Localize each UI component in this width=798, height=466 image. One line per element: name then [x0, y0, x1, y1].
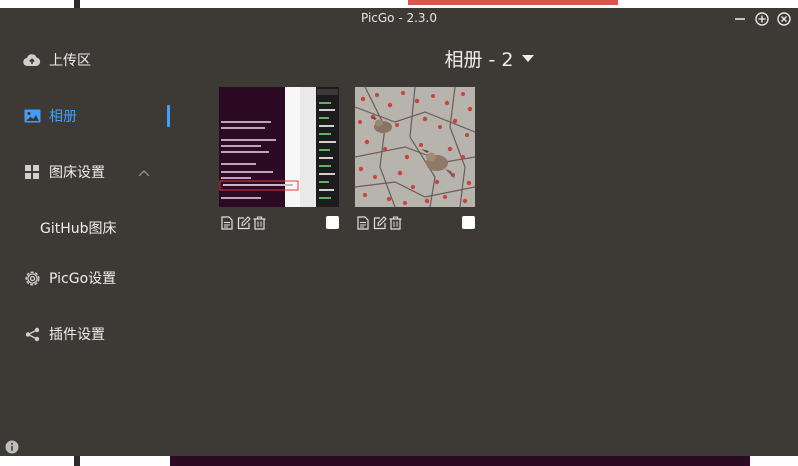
image-thumbnail[interactable]	[219, 87, 339, 207]
select-checkbox[interactable]	[326, 216, 339, 229]
share-icon	[23, 325, 41, 343]
info-icon[interactable]	[5, 439, 19, 454]
sidebar-item-label: 插件设置	[49, 327, 105, 343]
edit-icon[interactable]	[237, 215, 251, 230]
gallery-title-text: 相册 - 2	[444, 49, 514, 71]
desktop-background-bottom	[0, 456, 798, 466]
sidebar-item-label: 上传区	[49, 53, 91, 69]
copy-icon[interactable]	[357, 215, 370, 230]
window-title: PicGo - 2.3.0	[360, 11, 438, 25]
sidebar-subitem-github[interactable]: GitHub图床	[0, 208, 180, 248]
sidebar-item-label: 图床设置	[49, 165, 105, 181]
image-toolbar	[355, 215, 475, 231]
minimize-button[interactable]	[732, 11, 748, 27]
title-bar[interactable]: PicGo - 2.3.0	[0, 8, 798, 32]
plus-circle-icon	[755, 12, 769, 26]
grid-icon	[23, 163, 41, 181]
sidebar: 上传区 相册 图床设置 GitHub图床 PicGo设置 插件设置	[0, 32, 180, 456]
sidebar-item-picgo-settings[interactable]: PicGo设置	[0, 258, 180, 298]
select-checkbox[interactable]	[462, 216, 475, 229]
copy-icon[interactable]	[221, 215, 234, 230]
gear-icon	[23, 269, 41, 287]
gallery-card	[355, 87, 475, 230]
background-terminal	[170, 456, 750, 466]
image-thumbnail[interactable]	[355, 87, 475, 207]
minus-icon	[735, 18, 745, 20]
close-circle-icon	[777, 12, 791, 26]
sidebar-item-upload[interactable]: 上传区	[0, 40, 180, 80]
gallery-title[interactable]: 相册 - 2	[180, 45, 798, 72]
cloud-upload-icon	[23, 51, 41, 69]
sidebar-item-label: 相册	[49, 109, 77, 125]
active-indicator	[167, 105, 170, 127]
sidebar-item-plugin-settings[interactable]: 插件设置	[0, 314, 180, 354]
delete-icon[interactable]	[253, 215, 266, 230]
sidebar-item-label: PicGo设置	[49, 271, 117, 287]
sidebar-item-image-host-settings[interactable]: 图床设置	[0, 152, 180, 192]
window-controls	[732, 11, 792, 27]
image-icon	[23, 107, 41, 125]
edit-icon[interactable]	[373, 215, 387, 230]
desktop-panel	[74, 456, 80, 466]
desktop-background-top	[0, 0, 798, 8]
desktop-panel	[74, 0, 80, 8]
maximize-button[interactable]	[754, 11, 770, 27]
sidebar-item-gallery[interactable]: 相册	[0, 96, 180, 136]
sidebar-subitem-label: GitHub图床	[40, 221, 117, 237]
desktop-window-edge	[408, 0, 618, 5]
chevron-up-icon	[138, 165, 150, 181]
delete-icon[interactable]	[389, 215, 402, 230]
caret-down-icon	[521, 54, 534, 62]
gallery-panel: 相册 - 2	[180, 32, 798, 456]
close-button[interactable]	[776, 11, 792, 27]
gallery-card	[219, 87, 339, 230]
picgo-window: PicGo - 2.3.0 上传区 相册 图床设置 GitHub图床 PicGo…	[0, 8, 798, 456]
image-toolbar	[219, 215, 339, 231]
